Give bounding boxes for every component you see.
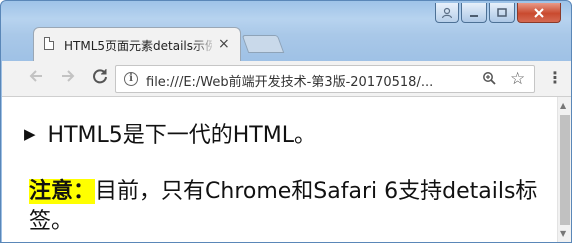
close-window-button[interactable] <box>517 3 561 23</box>
user-profile-button[interactable] <box>435 3 459 23</box>
note-paragraph: 注意：目前，只有Chrome和Safari 6支持details标签。 <box>29 177 539 237</box>
details-summary[interactable]: ▶ HTML5是下一代的HTML。 <box>24 117 316 149</box>
browser-toolbar: i file:///E:/Web前端开发技术-第3版-20170518/... … <box>2 61 571 97</box>
menu-icon[interactable]: ⋮ <box>547 68 563 88</box>
window-controls <box>435 3 561 23</box>
details-summary-text: HTML5是下一代的HTML。 <box>47 123 316 148</box>
browser-tab[interactable]: HTML5页面元素details示例 × <box>33 27 241 62</box>
tab-title: HTML5页面元素details示例 <box>64 39 212 53</box>
url-text[interactable]: file:///E:/Web前端开发技术-第3版-20170518/... <box>146 71 433 90</box>
scroll-up-arrow-icon[interactable]: ▲ <box>560 101 566 110</box>
scrollbar-thumb[interactable] <box>560 115 570 225</box>
note-text: 目前，只有Chrome和Safari 6支持details标签。 <box>29 179 538 234</box>
close-icon <box>534 7 544 18</box>
details-toggle-icon[interactable]: ▶ <box>24 125 36 143</box>
user-icon <box>441 7 453 18</box>
scroll-down-arrow-icon[interactable]: ▼ <box>560 229 566 238</box>
minimize-icon <box>470 14 478 17</box>
back-button[interactable] <box>28 68 44 89</box>
tab-title-fade <box>194 34 216 54</box>
vertical-scrollbar[interactable]: ▲ ▼ <box>557 97 571 242</box>
reload-button[interactable] <box>92 68 108 88</box>
tab-close-button[interactable]: × <box>218 34 230 54</box>
info-icon[interactable]: i <box>124 72 138 86</box>
page-content: ▶ HTML5是下一代的HTML。 注意：目前，只有Chrome和Safari 6… <box>2 97 557 242</box>
star-icon[interactable]: ☆ <box>510 69 525 89</box>
minimize-button[interactable] <box>461 3 487 23</box>
magnifier-icon <box>483 72 496 85</box>
arrow-left-icon <box>29 70 42 82</box>
address-bar[interactable]: i file:///E:/Web前端开发技术-第3版-20170518/... … <box>115 65 535 93</box>
maximize-icon <box>497 7 507 17</box>
arrow-right-icon <box>62 70 75 82</box>
browser-window: HTML5页面元素details示例 × i file:///E:/Web前端开… <box>0 0 572 243</box>
reload-icon <box>93 69 107 84</box>
forward-button[interactable] <box>60 68 76 89</box>
new-tab-button[interactable] <box>241 35 285 53</box>
document-icon <box>44 37 54 50</box>
maximize-button[interactable] <box>489 3 515 23</box>
note-label: 注意： <box>29 179 96 204</box>
zoom-icon[interactable] <box>482 71 496 89</box>
